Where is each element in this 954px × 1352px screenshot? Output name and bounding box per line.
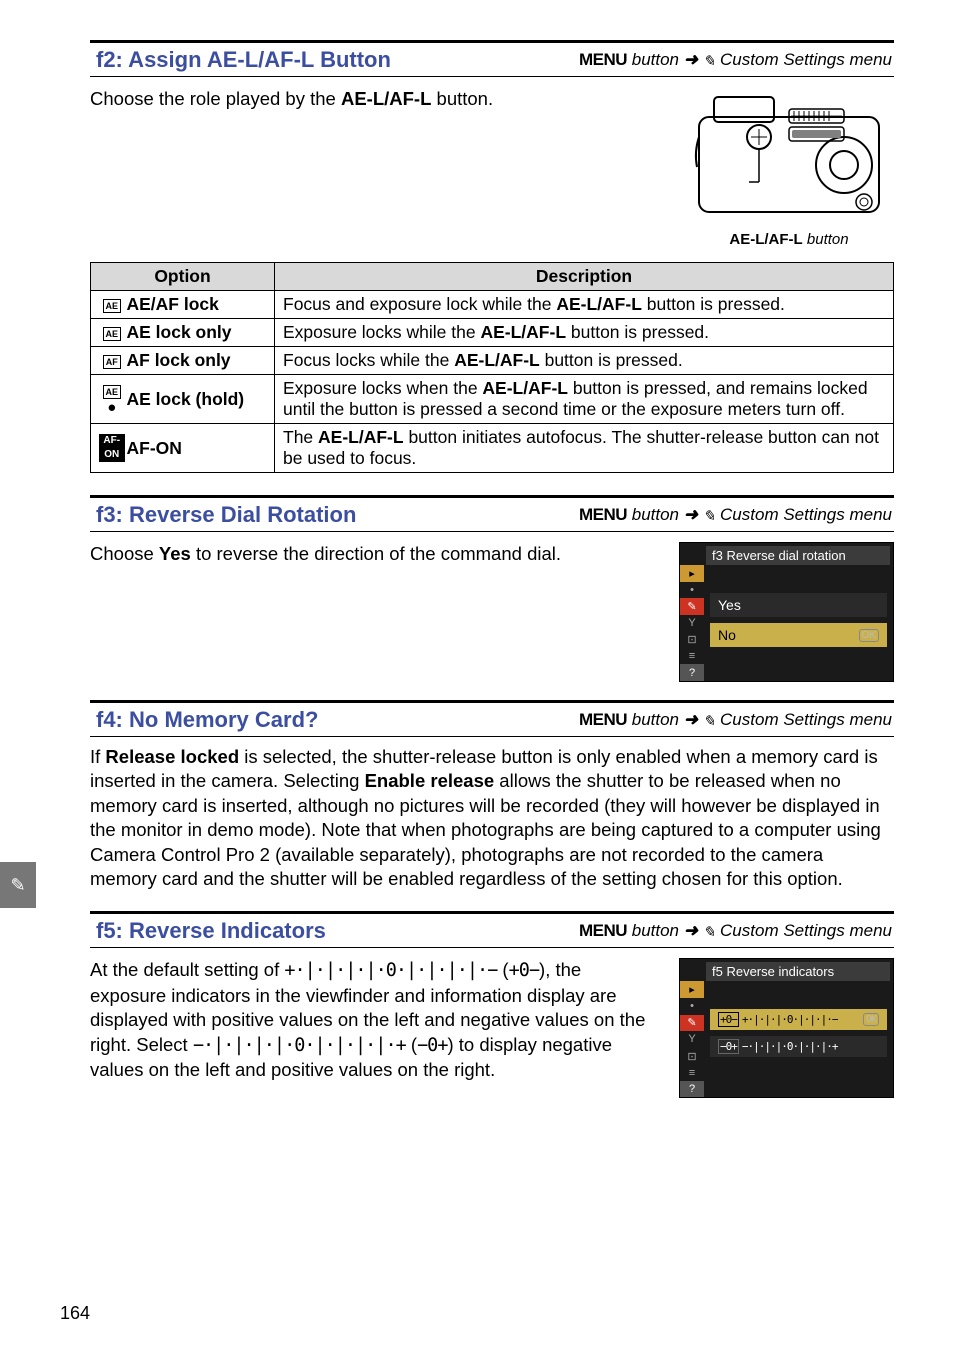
section-header-f3: f3: Reverse Dial Rotation MENU button ➜ …	[90, 495, 894, 532]
table-row: AF-ON AF-ON The AE-L/AF-L button initiat…	[91, 424, 894, 473]
option-name: AE/AF lock	[125, 291, 275, 319]
section-title: f3: Reverse Dial Rotation	[96, 502, 356, 528]
menu-button-label: MENU	[579, 921, 627, 940]
menu-path-name: Custom Settings menu	[720, 505, 892, 524]
screenshot-title: f5 Reverse indicators	[706, 962, 890, 981]
section-title: f4: No Memory Card?	[96, 707, 318, 733]
screenshot-title: f3 Reverse dial rotation	[706, 546, 890, 565]
option-desc: Focus and exposure lock while the AE-L/A…	[275, 291, 894, 319]
arrow-icon: ➜	[684, 921, 698, 940]
menu-option-no[interactable]: NoOK	[710, 623, 887, 647]
menu-path-text: button	[632, 921, 679, 940]
text: to reverse the direction of the command …	[191, 543, 561, 564]
option-desc: The AE-L/AF-L button initiates autofocus…	[275, 424, 894, 473]
section-header-f4: f4: No Memory Card? MENU button ➜ ✎ Cust…	[90, 700, 894, 737]
pencil-icon: ✎	[10, 875, 25, 896]
camera-illustration: AE-L/AF-L button	[684, 87, 894, 248]
option-icon: AE●	[91, 375, 125, 424]
menu-path: MENU button ➜ ✎ Custom Settings menu	[579, 50, 892, 70]
menu-path: MENU button ➜ ✎ Custom Settings menu	[579, 505, 892, 525]
menu-screenshot: f5 Reverse indicators ▸•✎Y⊡≡? +0−+·|·|·|…	[679, 958, 894, 1098]
menu-path-name: Custom Settings menu	[720, 50, 892, 69]
caption-bold: AE-L/AF-L	[729, 231, 802, 248]
menu-path-text: button	[632, 505, 679, 524]
option-icon: AF	[91, 347, 125, 375]
options-table: Option Description AE AE/AF lock Focus a…	[90, 262, 894, 473]
col-header-option: Option	[91, 263, 275, 291]
option-name: AF-ON	[125, 424, 275, 473]
menu-path-name: Custom Settings menu	[720, 710, 892, 729]
menu-option-yes[interactable]: Yes	[710, 593, 887, 617]
option-desc: Exposure locks while the AE-L/AF-L butto…	[275, 319, 894, 347]
menu-path: MENU button ➜ ✎ Custom Settings menu	[579, 710, 892, 730]
menu-path-text: button	[632, 50, 679, 69]
col-header-desc: Description	[275, 263, 894, 291]
page-number: 164	[60, 1303, 90, 1324]
section-title: f5: Reverse Indicators	[96, 918, 326, 944]
option-name: AF lock only	[125, 347, 275, 375]
menu-path-text: button	[632, 710, 679, 729]
text: Choose the role played by the	[90, 88, 341, 109]
intro-text: Choose the role played by the AE-L/AF-L …	[90, 87, 684, 111]
text: Choose	[90, 543, 159, 564]
arrow-icon: ➜	[684, 710, 698, 729]
caption-text: button	[803, 231, 849, 248]
menu-path-name: Custom Settings menu	[720, 921, 892, 940]
table-row: AF AF lock only Focus locks while the AE…	[91, 347, 894, 375]
table-row: AE● AE lock (hold) Exposure locks when t…	[91, 375, 894, 424]
section-header-f2: f2: Assign AE-L/AF-L Button MENU button …	[90, 40, 894, 77]
menu-screenshot: f3 Reverse dial rotation ▸•✎Y⊡≡? Yes NoO…	[679, 542, 894, 682]
table-row: AE AE lock only Exposure locks while the…	[91, 319, 894, 347]
ok-badge: OK	[863, 1013, 879, 1026]
option-name: AE lock (hold)	[125, 375, 275, 424]
option-name: AE lock only	[125, 319, 275, 347]
pencil-icon: ✎	[703, 507, 716, 525]
text: button.	[431, 88, 493, 109]
option-icon: AE	[91, 291, 125, 319]
text-bold: AE-L/AF-L	[341, 88, 431, 109]
menu-button-label: MENU	[579, 50, 627, 69]
section-header-f5: f5: Reverse Indicators MENU button ➜ ✎ C…	[90, 911, 894, 948]
pencil-icon: ✎	[703, 52, 716, 70]
screenshot-sidebar: ▸•✎Y⊡≡?	[680, 981, 704, 1097]
sidebar-tab: ✎	[0, 862, 36, 908]
screenshot-sidebar: ▸•✎Y⊡≡?	[680, 565, 704, 681]
menu-button-label: MENU	[579, 710, 627, 729]
pencil-icon: ✎	[703, 712, 716, 730]
ok-badge: OK	[859, 629, 879, 642]
option-icon: AF-ON	[91, 424, 125, 473]
menu-button-label: MENU	[579, 505, 627, 524]
arrow-icon: ➜	[684, 50, 698, 69]
camera-icon	[689, 87, 889, 227]
option-desc: Focus locks while the AE-L/AF-L button i…	[275, 347, 894, 375]
menu-option-plus-minus[interactable]: +0−+·|·|·|·0·|·|·|·− OK	[710, 1009, 887, 1030]
section-title: f2: Assign AE-L/AF-L Button	[96, 47, 391, 73]
option-desc: Exposure locks when the AE-L/AF-L button…	[275, 375, 894, 424]
pencil-icon: ✎	[703, 923, 716, 941]
intro-text: Choose Yes to reverse the direction of t…	[90, 542, 659, 566]
menu-path: MENU button ➜ ✎ Custom Settings menu	[579, 921, 892, 941]
caption: AE-L/AF-L button	[729, 231, 848, 248]
body-text: If Release locked is selected, the shutt…	[90, 745, 894, 891]
arrow-icon: ➜	[684, 505, 698, 524]
menu-option-minus-plus[interactable]: −0+−·|·|·|·0·|·|·|·+	[710, 1036, 887, 1057]
body-text: At the default setting of +·|·|·|·|·0·|·…	[90, 958, 659, 1082]
table-row: AE AE/AF lock Focus and exposure lock wh…	[91, 291, 894, 319]
option-icon: AE	[91, 319, 125, 347]
text-bold: Yes	[159, 543, 191, 564]
